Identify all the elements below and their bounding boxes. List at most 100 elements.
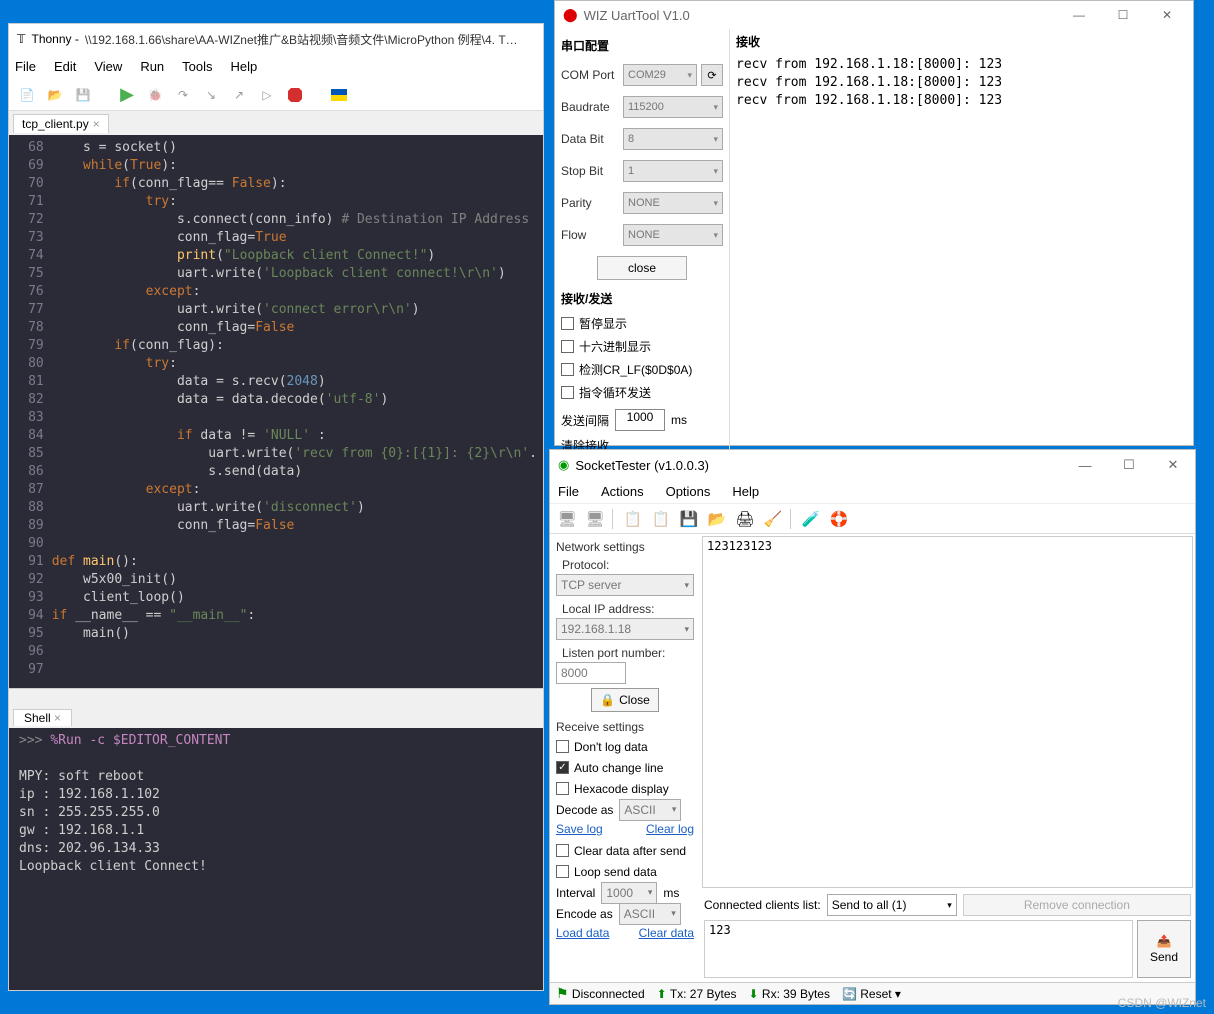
close-icon[interactable]: × xyxy=(93,117,100,131)
remove-connection-button[interactable]: Remove connection xyxy=(963,894,1191,916)
thonny-titlebar: 𝕋 Thonny - \\192.168.1.66\share\AA-WIZne… xyxy=(9,24,543,54)
send-button[interactable]: 📤Send xyxy=(1137,920,1191,978)
menu-options[interactable]: Options xyxy=(666,484,711,499)
step-into-icon[interactable]: ↘ xyxy=(201,85,221,105)
copy-icon[interactable]: 📋 xyxy=(622,508,644,530)
tab-shell[interactable]: Shell × xyxy=(13,709,72,726)
ip-select[interactable]: 192.168.1.18 xyxy=(556,618,694,640)
open-icon[interactable]: 📂 xyxy=(706,508,728,530)
clearaftersend-checkbox[interactable] xyxy=(556,844,569,857)
clear-log-link[interactable]: Clear log xyxy=(646,822,694,836)
lock-icon: 🔒 xyxy=(600,693,615,707)
code-area[interactable]: s = socket() while(True): if(conn_flag==… xyxy=(50,135,543,688)
shell-output: MPY: soft reboot ip : 192.168.1.102 sn :… xyxy=(19,769,207,874)
down-arrow-icon: ⬇ xyxy=(749,987,759,1001)
flow-select[interactable]: NONE xyxy=(623,224,723,246)
uart-recv-area[interactable]: recv from 192.168.1.18:[8000]: 123 recv … xyxy=(730,54,1193,458)
run-icon[interactable]: ▶ xyxy=(117,85,137,105)
rx-header: 接收 xyxy=(730,29,1193,54)
reset-button[interactable]: 🔄 Reset ▾ xyxy=(842,987,901,1001)
refresh-icon[interactable]: ⟳ xyxy=(701,64,723,86)
sock-icon: ◉ xyxy=(558,457,569,473)
minimize-button[interactable]: — xyxy=(1057,1,1101,29)
flask-icon[interactable]: 🧪 xyxy=(800,508,822,530)
hexdisplay-checkbox[interactable] xyxy=(556,782,569,795)
tab-tcp-client[interactable]: tcp_client.py× xyxy=(13,114,109,133)
print-icon[interactable]: 🖨 xyxy=(734,508,756,530)
save-log-link[interactable]: Save log xyxy=(556,822,603,836)
help-icon[interactable]: 🛟 xyxy=(828,508,850,530)
close-button[interactable]: ✕ xyxy=(1151,451,1195,479)
clear-data-link[interactable]: Clear data xyxy=(639,926,694,940)
loopsend-checkbox[interactable] xyxy=(556,865,569,878)
interval-input[interactable]: 1000 xyxy=(615,409,665,431)
load-data-link[interactable]: Load data xyxy=(556,926,609,940)
maximize-button[interactable]: ☐ xyxy=(1101,1,1145,29)
flag-icon: ⚑ xyxy=(556,985,569,1001)
menu-actions[interactable]: Actions xyxy=(601,484,644,499)
editor-hscroll[interactable] xyxy=(9,688,543,706)
line-gutter: 68 69 70 71 72 73 74 75 76 77 78 79 80 8… xyxy=(9,135,50,688)
menu-file[interactable]: File xyxy=(558,484,579,499)
stop-icon[interactable] xyxy=(285,85,305,105)
thonny-title-path: \\192.168.1.66\share\AA-WIZnet推广&B站视频\音频… xyxy=(85,31,518,48)
menu-help[interactable]: Help xyxy=(732,484,759,499)
step-out-icon[interactable]: ↗ xyxy=(229,85,249,105)
protocol-select[interactable]: TCP server xyxy=(556,574,694,596)
encode-select[interactable]: ASCII xyxy=(619,903,681,925)
step-over-icon[interactable]: ↷ xyxy=(173,85,193,105)
thonny-icon: 𝕋 xyxy=(17,32,26,46)
close-button[interactable]: ✕ xyxy=(1145,1,1189,29)
loop-checkbox[interactable] xyxy=(561,386,574,399)
menu-view[interactable]: View xyxy=(94,59,122,74)
send-icon: 📤 xyxy=(1157,934,1172,948)
save-icon[interactable]: 💾 xyxy=(678,508,700,530)
crlf-checkbox[interactable] xyxy=(561,363,574,376)
maximize-button[interactable]: ☐ xyxy=(1107,451,1151,479)
stopbit-select[interactable]: 1 xyxy=(623,160,723,182)
shell-tabbar: Shell × xyxy=(9,706,543,728)
code-editor[interactable]: 68 69 70 71 72 73 74 75 76 77 78 79 80 8… xyxy=(9,135,543,688)
baudrate-select[interactable]: 115200 xyxy=(623,96,723,118)
new-file-icon[interactable]: 📄 xyxy=(17,85,37,105)
connect-icon[interactable]: 🖥 xyxy=(556,508,578,530)
resume-icon[interactable]: ▷ xyxy=(257,85,277,105)
up-arrow-icon: ⬆ xyxy=(657,987,667,1001)
clear-icon[interactable]: 🧹 xyxy=(762,508,784,530)
dontlog-checkbox[interactable] xyxy=(556,740,569,753)
serial-config-header: 串口配置 xyxy=(561,33,723,58)
menu-help[interactable]: Help xyxy=(231,59,258,74)
interval-spin[interactable]: 1000 xyxy=(601,882,657,904)
menu-tools[interactable]: Tools xyxy=(182,59,212,74)
shell-area[interactable]: >>> %Run -c $EDITOR_CONTENT MPY: soft re… xyxy=(9,728,543,990)
com-port-select[interactable]: COM29 xyxy=(623,64,697,86)
autoline-checkbox[interactable]: ✓ xyxy=(556,761,569,774)
send-textarea[interactable]: 123 xyxy=(704,920,1133,978)
menu-run[interactable]: Run xyxy=(140,59,164,74)
minimize-button[interactable]: — xyxy=(1063,451,1107,479)
save-icon[interactable]: 💾 xyxy=(73,85,93,105)
databit-select[interactable]: 8 xyxy=(623,128,723,150)
disconnect-icon[interactable]: 🖥 xyxy=(584,508,606,530)
open-file-icon[interactable]: 📂 xyxy=(45,85,65,105)
port-input[interactable]: 8000 xyxy=(556,662,626,684)
thonny-toolbar: 📄 📂 💾 ▶ 🐞 ↷ ↘ ↗ ▷ xyxy=(9,79,543,111)
paste-icon[interactable]: 📋 xyxy=(650,508,672,530)
close-port-button[interactable]: close xyxy=(597,256,687,280)
editor-tabbar: tcp_client.py× xyxy=(9,111,543,135)
sock-titlebar: ◉SocketTester (v1.0.0.3) — ☐ ✕ xyxy=(550,450,1195,480)
decode-select[interactable]: ASCII xyxy=(619,799,681,821)
menu-file[interactable]: File xyxy=(15,59,36,74)
hex-checkbox[interactable] xyxy=(561,340,574,353)
watermark: CSDN @WIZnet xyxy=(1118,996,1206,1010)
pause-checkbox[interactable] xyxy=(561,317,574,330)
thonny-window: 𝕋 Thonny - \\192.168.1.66\share\AA-WIZne… xyxy=(8,23,544,991)
uart-icon: ⬤ xyxy=(563,7,578,23)
parity-select[interactable]: NONE xyxy=(623,192,723,214)
menu-edit[interactable]: Edit xyxy=(54,59,76,74)
uart-window: ⬤WIZ UartTool V1.0 — ☐ ✕ 串口配置 COM PortCO… xyxy=(554,0,1194,446)
debug-icon[interactable]: 🐞 xyxy=(145,85,165,105)
clients-select[interactable]: Send to all (1) xyxy=(827,894,957,916)
recv-textarea[interactable]: 123123123 xyxy=(702,536,1193,888)
close-button[interactable]: 🔒Close xyxy=(591,688,659,712)
